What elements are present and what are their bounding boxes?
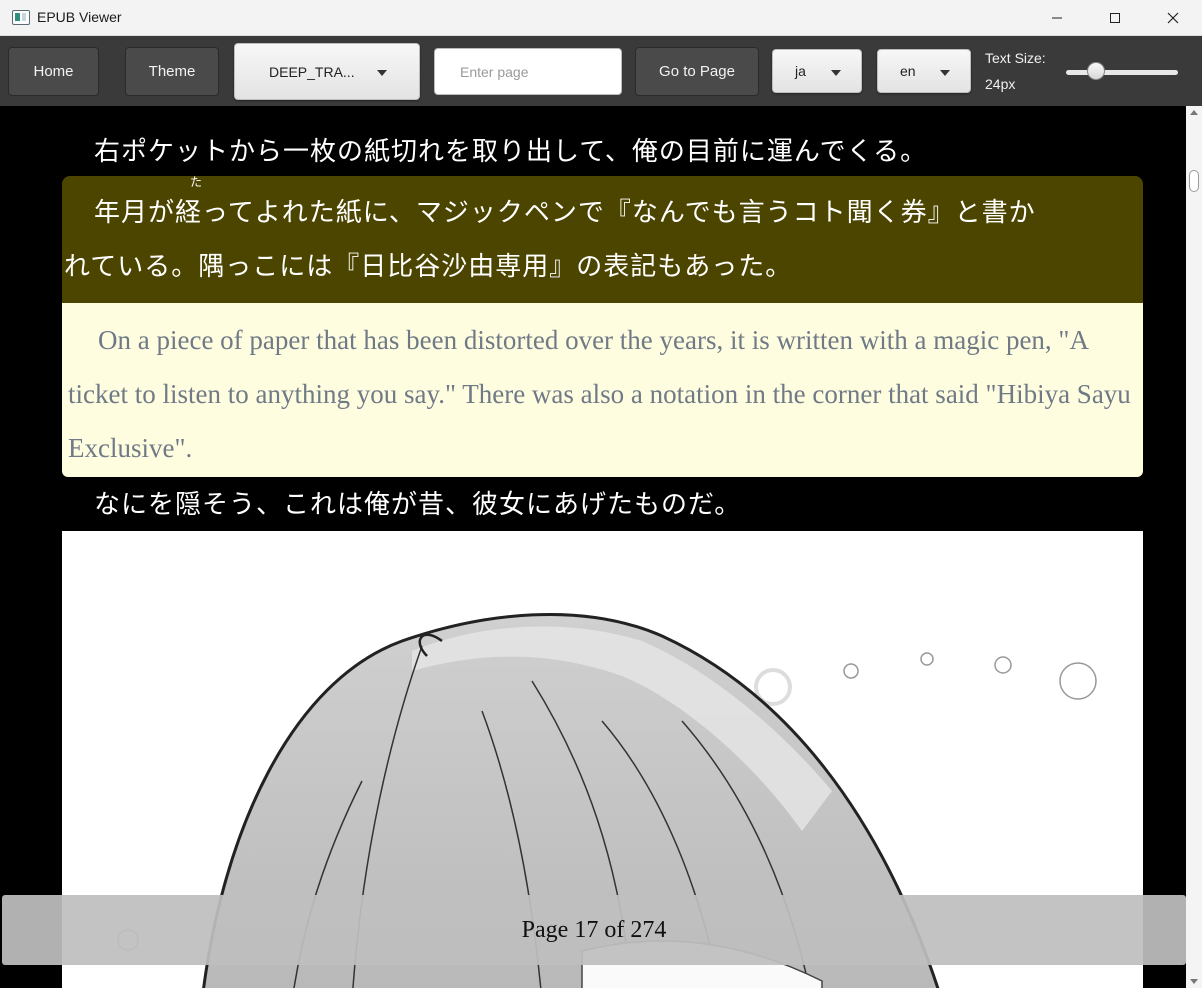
text-size-label: Text Size: bbox=[985, 50, 1046, 66]
minimize-icon bbox=[1052, 17, 1062, 19]
paragraph-current-line-1: 年月が経ってよれた紙に、マジックペンで『なんでも言うコト聞く券』と書か bbox=[94, 198, 1036, 228]
go-to-page-button[interactable]: Go to Page bbox=[635, 47, 759, 96]
target-language-value: en bbox=[900, 63, 916, 79]
page-indicator-bar: Page 17 of 274 bbox=[2, 895, 1186, 965]
close-icon bbox=[1167, 12, 1179, 24]
home-button[interactable]: Home bbox=[8, 47, 99, 96]
chevron-down-icon bbox=[377, 70, 387, 76]
ruby-annotation: た bbox=[190, 175, 203, 189]
source-language-select[interactable]: ja bbox=[772, 49, 862, 93]
text-size-slider[interactable] bbox=[1066, 70, 1178, 75]
translation-mode-value: DEEP_TRA... bbox=[269, 63, 355, 80]
app-icon bbox=[12, 10, 30, 25]
scroll-up-icon[interactable] bbox=[1190, 110, 1198, 115]
text-size-value: 24px bbox=[985, 76, 1016, 92]
translation-text: On a piece of paper that has been distor… bbox=[68, 325, 1131, 463]
reader-content: 右ポケットから一枚の紙切れを取り出して、俺の目前に運んでくる。 た 年月が経って… bbox=[0, 106, 1186, 988]
chevron-down-icon bbox=[831, 70, 841, 76]
vertical-scrollbar[interactable] bbox=[1186, 106, 1202, 988]
scrollbar-thumb[interactable] bbox=[1189, 170, 1199, 192]
minimize-button[interactable] bbox=[1028, 0, 1086, 36]
source-language-value: ja bbox=[795, 63, 806, 79]
paragraph-next: なにを隠そう、これは俺が昔、彼女にあげたものだ。 bbox=[94, 490, 742, 520]
maximize-button[interactable] bbox=[1086, 0, 1144, 36]
chevron-down-icon bbox=[940, 70, 950, 76]
window-title: EPUB Viewer bbox=[37, 9, 122, 25]
paragraph-current-line-2: れている。隅っこには『日比谷沙由専用』の表記もあった。 bbox=[64, 252, 793, 282]
target-language-select[interactable]: en bbox=[877, 49, 971, 93]
theme-button[interactable]: Theme bbox=[125, 47, 219, 96]
scroll-down-icon[interactable] bbox=[1190, 979, 1198, 984]
page-indicator: Page 17 of 274 bbox=[521, 916, 667, 943]
text-size-slider-thumb[interactable] bbox=[1087, 62, 1105, 80]
translation-mode-select[interactable]: DEEP_TRA... bbox=[234, 43, 420, 100]
paragraph-previous: 右ポケットから一枚の紙切れを取り出して、俺の目前に運んでくる。 bbox=[94, 137, 928, 167]
maximize-icon bbox=[1110, 13, 1120, 23]
page-number-input[interactable] bbox=[434, 48, 622, 95]
close-button[interactable] bbox=[1144, 0, 1202, 36]
title-bar: EPUB Viewer bbox=[0, 0, 1202, 36]
translation-panel: On a piece of paper that has been distor… bbox=[62, 303, 1143, 477]
